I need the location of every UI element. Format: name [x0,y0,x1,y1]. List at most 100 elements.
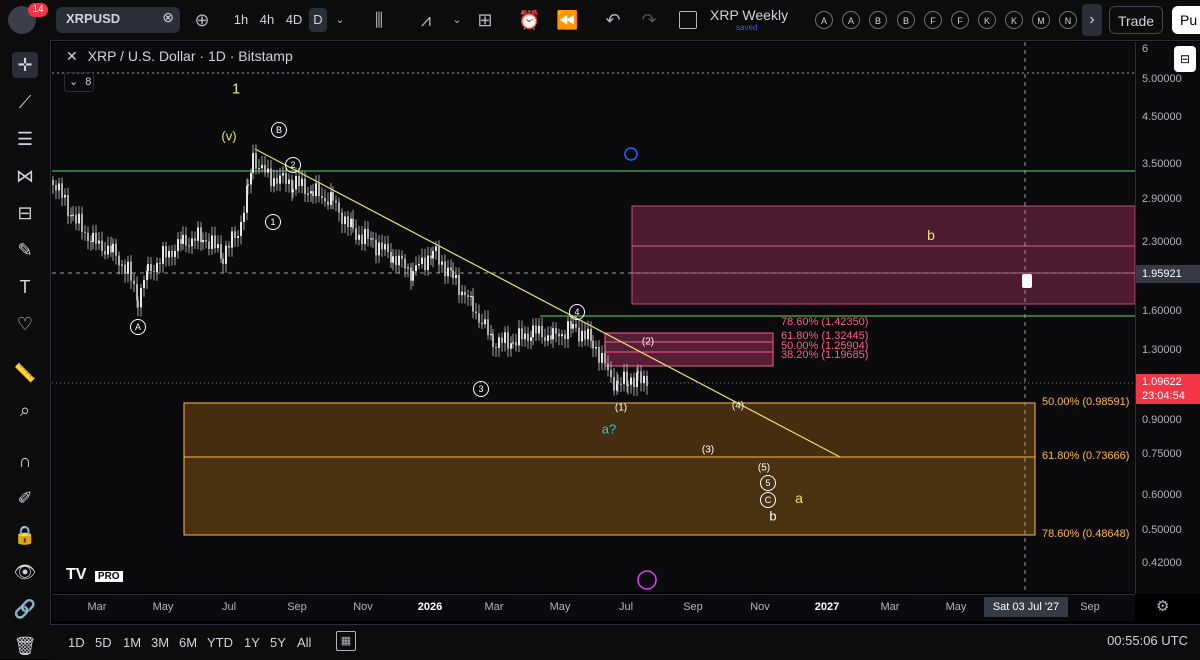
timeframe-d-active[interactable]: D [309,8,327,32]
close-icon[interactable]: ✕ [66,48,78,64]
range-5y[interactable]: 5Y [270,633,286,653]
bottom-toolbar: 1D 5D 1M 3M 6M YTD 1Y 5Y All ▦ 00:55:06 … [50,624,1200,660]
candle-body [188,245,190,247]
candle-body [501,337,503,343]
candle-body [124,264,126,274]
alert-button-a2[interactable]: A [842,11,860,29]
range-1m[interactable]: 1M [123,633,141,653]
price-axis[interactable]: ⊟ 6 5.00000 4.50000 3.50000 2.90000 2.30… [1135,42,1200,594]
alert-button-b1[interactable]: B [869,11,887,29]
time-label: Mar [880,601,900,613]
crosshair-icon[interactable]: ✛ [12,52,38,78]
candle-body [255,153,257,169]
forecast-icon[interactable]: ⊟ [12,200,38,226]
time-label: Sep [1080,601,1100,613]
wave-label-c3: 3 [473,381,489,397]
alert-button-k2[interactable]: K [1005,11,1023,29]
add-symbol-icon[interactable]: ⊕ [190,8,214,32]
brush-icon[interactable]: ✎ [12,237,38,263]
compare-icon[interactable]: ⊗ [162,9,174,26]
alert-icon[interactable]: ⏰ [518,8,540,32]
lock-icon[interactable]: 🔒 [12,522,38,548]
range-1y[interactable]: 1Y [244,633,260,653]
trend-line-icon[interactable]: ⟋ [12,89,38,115]
calendar-icon[interactable]: ▦ [336,631,356,651]
candle-body [404,258,406,269]
undo-icon[interactable]: ↶ [602,8,624,32]
range-6m[interactable]: 6M [179,633,197,653]
wave-label-A: A [130,319,146,335]
layout-name[interactable]: XRP Weekly [710,7,788,23]
eye-icon[interactable]: 👁 [12,559,38,585]
candle-body [327,201,329,206]
range-1d[interactable]: 1D [68,633,85,653]
pattern-icon[interactable]: ⋈ [12,163,38,189]
redo-icon[interactable]: ↷ [638,8,660,32]
heart-icon[interactable]: ♡ [12,311,38,337]
chart-pane[interactable]: ✕ XRP / U.S. Dollar · 1D · Bitstamp ⌄ 8 … [52,42,1135,592]
trash-icon[interactable]: 🗑 [12,633,38,659]
range-5d[interactable]: 5D [95,633,112,653]
indicator-toggle[interactable]: ⌄ 8 [64,72,94,92]
alert-button-a1[interactable]: A [815,11,833,29]
replay-icon[interactable]: ⏪ [556,8,578,32]
timeframe-4h[interactable]: 4h [256,8,278,32]
candle-body [52,180,54,185]
candle-body [81,213,83,232]
chevron-down-icon[interactable]: ⌄ [449,8,465,32]
wave-label-p2: (2) [641,336,655,348]
symbol-title: XRP / U.S. Dollar · 1D · Bitstamp [87,48,293,64]
candle-body [643,375,645,384]
candle-body [237,235,239,238]
alert-button-f1[interactable]: F [924,11,942,29]
range-ytd[interactable]: YTD [207,633,233,653]
timeframe-4d[interactable]: 4D [282,8,306,32]
clock-display[interactable]: 00:55:06 UTC [1107,633,1188,648]
ruler-icon[interactable]: 📏 [12,360,38,386]
timeframe-1h[interactable]: 1h [230,8,252,32]
candle-body [527,333,529,341]
alert-button-n[interactable]: N [1059,11,1077,29]
candle-body [515,342,517,346]
alert-button-m[interactable]: M [1032,11,1050,29]
candle-body [458,274,460,296]
publish-button[interactable]: Pu [1172,6,1200,34]
range-3m[interactable]: 3M [151,633,169,653]
magnet-icon[interactable]: ∩ [12,448,38,474]
mouse-cursor-icon [1022,274,1032,288]
link-icon[interactable]: 🔗 [12,596,38,622]
zoom-icon[interactable]: ⌕ [12,397,38,423]
symbol-search[interactable]: XRPUSD ⊗ [56,7,180,33]
candle-body [575,323,577,328]
candle-body [61,183,63,198]
alert-button-k1[interactable]: K [978,11,996,29]
alert-button-b2[interactable]: B [897,11,915,29]
candle-body [387,244,389,252]
settings-toggle-icon[interactable]: ⊟ [1174,46,1196,72]
templates-icon[interactable]: ⊞ [474,8,496,32]
notification-badge: 14 [28,3,48,17]
tradingview-logo[interactable]: TV PRO [66,566,123,584]
candle-body [156,262,158,272]
text-icon[interactable]: T [12,274,38,300]
indicators-icon[interactable]: ⩘ [414,8,438,32]
time-axis[interactable]: Mar May Jul Sep Nov 2026 Mar May Jul Sep… [52,594,1135,621]
trade-button[interactable]: Trade [1109,6,1163,34]
candles-icon[interactable]: ⫼ [368,8,390,32]
chevron-down-icon[interactable]: ⌄ [332,8,348,32]
candle-body [285,173,287,184]
layout-checkbox[interactable] [679,11,697,29]
wave-label-p1: (1) [614,402,628,414]
candle-body [378,242,380,256]
price-label: 3.50000 [1142,158,1182,170]
candle-body [633,377,635,388]
range-all[interactable]: All [297,633,311,653]
chart-canvas[interactable] [52,42,1135,592]
lock-drawing-icon[interactable]: ✐ [12,485,38,511]
alert-button-f2[interactable]: F [951,11,969,29]
chevron-right-icon[interactable]: › [1082,4,1102,36]
fib-retracement-icon[interactable]: ☰ [12,126,38,152]
candle-body [177,239,179,251]
settings-icon[interactable]: ⚙ [1156,597,1169,615]
candle-body [510,343,512,349]
